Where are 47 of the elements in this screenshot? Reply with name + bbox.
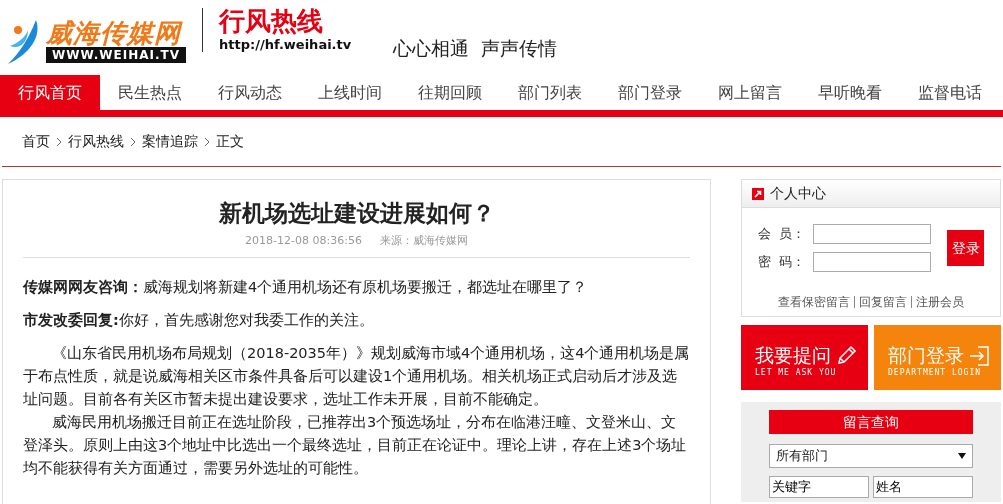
chevron-icon: [56, 136, 62, 147]
login-icon: [968, 344, 990, 367]
panel-title: 个人中心: [770, 184, 826, 203]
login-button[interactable]: 登录: [947, 230, 984, 266]
nav-tab[interactable]: 早听晚看: [800, 75, 900, 110]
breadcrumb-link[interactable]: 案情追踪: [142, 131, 198, 152]
promo-button[interactable]: 我要提问 LET ME ASK YOU: [741, 325, 868, 390]
department-select[interactable]: 所有部门: [769, 444, 973, 468]
nav-tab[interactable]: 民生热点: [100, 75, 200, 110]
nav-tab[interactable]: 网上留言: [700, 75, 800, 110]
site-url: WWW.WEIHAI.TV: [46, 47, 186, 64]
member-label: 会 员：: [758, 224, 806, 243]
nav-tab[interactable]: 部门登录: [600, 75, 700, 110]
nav-tab[interactable]: 行风首页: [0, 75, 100, 110]
site-name: 威海传媒网: [46, 19, 184, 48]
nav-tab[interactable]: 往期回顾: [400, 75, 500, 110]
nav-tab[interactable]: 上线时间: [300, 75, 400, 110]
nav-tab[interactable]: 部门列表: [500, 75, 600, 110]
password-label: 密 码：: [758, 252, 806, 271]
answer-paragraph: 市发改委回复:你好，首先感谢您对我委工作的关注。: [23, 311, 375, 330]
pencil-icon: [835, 344, 857, 367]
nav-tab[interactable]: 监督电话: [900, 75, 1000, 110]
answer-paragraph: 传媒网网友咨询：威海规划将新建4个通用机场还有原机场要搬迁，都选址在哪里了？: [23, 278, 589, 297]
article-title: 新机场选址建设进展如何？: [217, 198, 496, 228]
keyword-field[interactable]: 关键字: [769, 476, 869, 498]
arrow-icon: [752, 187, 764, 200]
member-field[interactable]: [813, 224, 931, 244]
channel-name: 行风热线: [219, 8, 324, 36]
chevron-icon: [130, 136, 136, 147]
slogan: 心心相通 声声传情: [393, 36, 558, 61]
panel-link[interactable]: 注册会员: [911, 296, 968, 308]
chevron-icon: [204, 136, 210, 147]
channel-url: http://hf.weihai.tv: [219, 36, 352, 55]
name-field[interactable]: 姓名: [873, 476, 973, 498]
nav-tab[interactable]: 行风动态: [200, 75, 300, 110]
caret-icon: [958, 453, 966, 459]
body-paragraph: 《山东省民用机场布局规划（2018-2035年）》规划威海市域4个通用机场，这4个通用机场是属于布点性质，就是说威海相关区市条件具备后可以建设1个通用机场。相关机场正式启动后才涉及选址问题。目前各有关区市暂未提出建设要求，选址工作未开展，目前不能确定。: [23, 344, 690, 409]
breadcrumb-link[interactable]: 首页: [22, 131, 50, 152]
article-date: 2018-12-08 08:36:56: [245, 232, 362, 249]
body-paragraph: 威海民用机场搬迁目前正在选址阶段，已推荐出3个预选场址，分布在临港汪疃、文登米山、文登泽头。原则上由这3个地址中比选出一个最终选址，目前正在论证中。理论上讲，存在上述3个场址均不能获得有关方面通过，需要另外选址的可能性。: [23, 413, 688, 478]
article-source: 来源：威海传媒网: [379, 232, 468, 249]
panel-link[interactable]: 回复留言: [854, 296, 911, 308]
panel-link[interactable]: 查看保密留言: [774, 296, 854, 308]
breadcrumb-current: 正文: [216, 132, 244, 151]
password-field[interactable]: [813, 252, 931, 272]
breadcrumb-link[interactable]: 行风热线: [68, 131, 124, 152]
search-title: 留言查询: [769, 410, 973, 434]
